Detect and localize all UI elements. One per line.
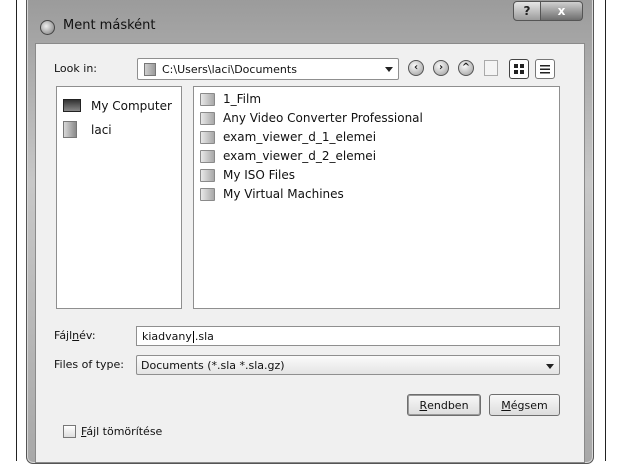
detail-view-button[interactable] — [509, 59, 529, 79]
new-folder-icon[interactable] — [484, 60, 498, 76]
file-list: 1_Film Any Video Converter Professional … — [193, 86, 560, 309]
filetype-value: Documents (*.sla *.sla.gz) — [141, 359, 285, 372]
list-view-button[interactable] — [535, 59, 555, 79]
filename-label: Fájlnév: — [54, 329, 96, 342]
folder-icon — [144, 63, 156, 76]
folder-icon — [200, 188, 215, 201]
close-button[interactable]: x — [541, 1, 583, 21]
folder-name: Any Video Converter Professional — [223, 111, 423, 125]
folder-icon — [200, 169, 215, 182]
look-in-combo[interactable]: C:\Users\laci\Documents — [137, 58, 399, 80]
help-button[interactable]: ? — [513, 1, 541, 21]
folder-name: My Virtual Machines — [223, 187, 344, 201]
folder-name: exam_viewer_d_2_elemei — [223, 149, 377, 163]
folder-icon — [200, 150, 215, 163]
chevron-down-icon[interactable] — [385, 67, 393, 72]
app-icon — [40, 20, 55, 35]
chevron-down-icon[interactable] — [546, 364, 554, 369]
folder-icon — [200, 93, 215, 106]
computer-icon — [63, 99, 81, 112]
folder-icon — [200, 112, 215, 125]
folder-icon — [200, 131, 215, 144]
cancel-button[interactable]: Mégsem — [489, 394, 560, 416]
text-caret — [192, 331, 194, 343]
background-right-border — [605, 0, 606, 461]
places-sidebar: My Computer laci — [56, 86, 182, 309]
title-bar[interactable]: Ment másként ? x — [27, 0, 593, 35]
place-label: My Computer — [91, 99, 172, 113]
list-view-icon — [540, 65, 550, 74]
compress-checkbox[interactable] — [63, 425, 76, 438]
window-controls: ? x — [513, 1, 583, 21]
user-folder-icon — [63, 121, 77, 138]
dialog-title: Ment másként — [63, 18, 156, 33]
filetype-label: Files of type: — [54, 358, 125, 371]
back-icon[interactable]: ‹ — [408, 60, 424, 76]
background-left-border — [16, 0, 17, 461]
folder-name: My ISO Files — [223, 168, 296, 182]
save-as-dialog: Ment másként ? x Look in: C:\Users\laci\… — [26, 0, 594, 464]
forward-icon[interactable]: › — [433, 60, 449, 76]
folder-name: exam_viewer_d_1_elemei — [223, 130, 377, 144]
look-in-path: C:\Users\laci\Documents — [162, 63, 297, 76]
filetype-select[interactable]: Documents (*.sla *.sla.gz) — [136, 355, 560, 375]
place-label: laci — [91, 123, 112, 137]
detail-view-icon — [514, 64, 524, 74]
look-in-label: Look in: — [54, 62, 97, 75]
dialog-body: Look in: C:\Users\laci\Documents ‹ › ^ M… — [35, 43, 585, 463]
folder-name: 1_Film — [223, 92, 262, 106]
compress-label: Fájl tömörítése — [81, 425, 163, 438]
filename-input[interactable]: kiadvany .sla — [136, 326, 560, 346]
up-icon[interactable]: ^ — [458, 60, 474, 76]
ok-button[interactable]: Rendben — [407, 394, 481, 416]
